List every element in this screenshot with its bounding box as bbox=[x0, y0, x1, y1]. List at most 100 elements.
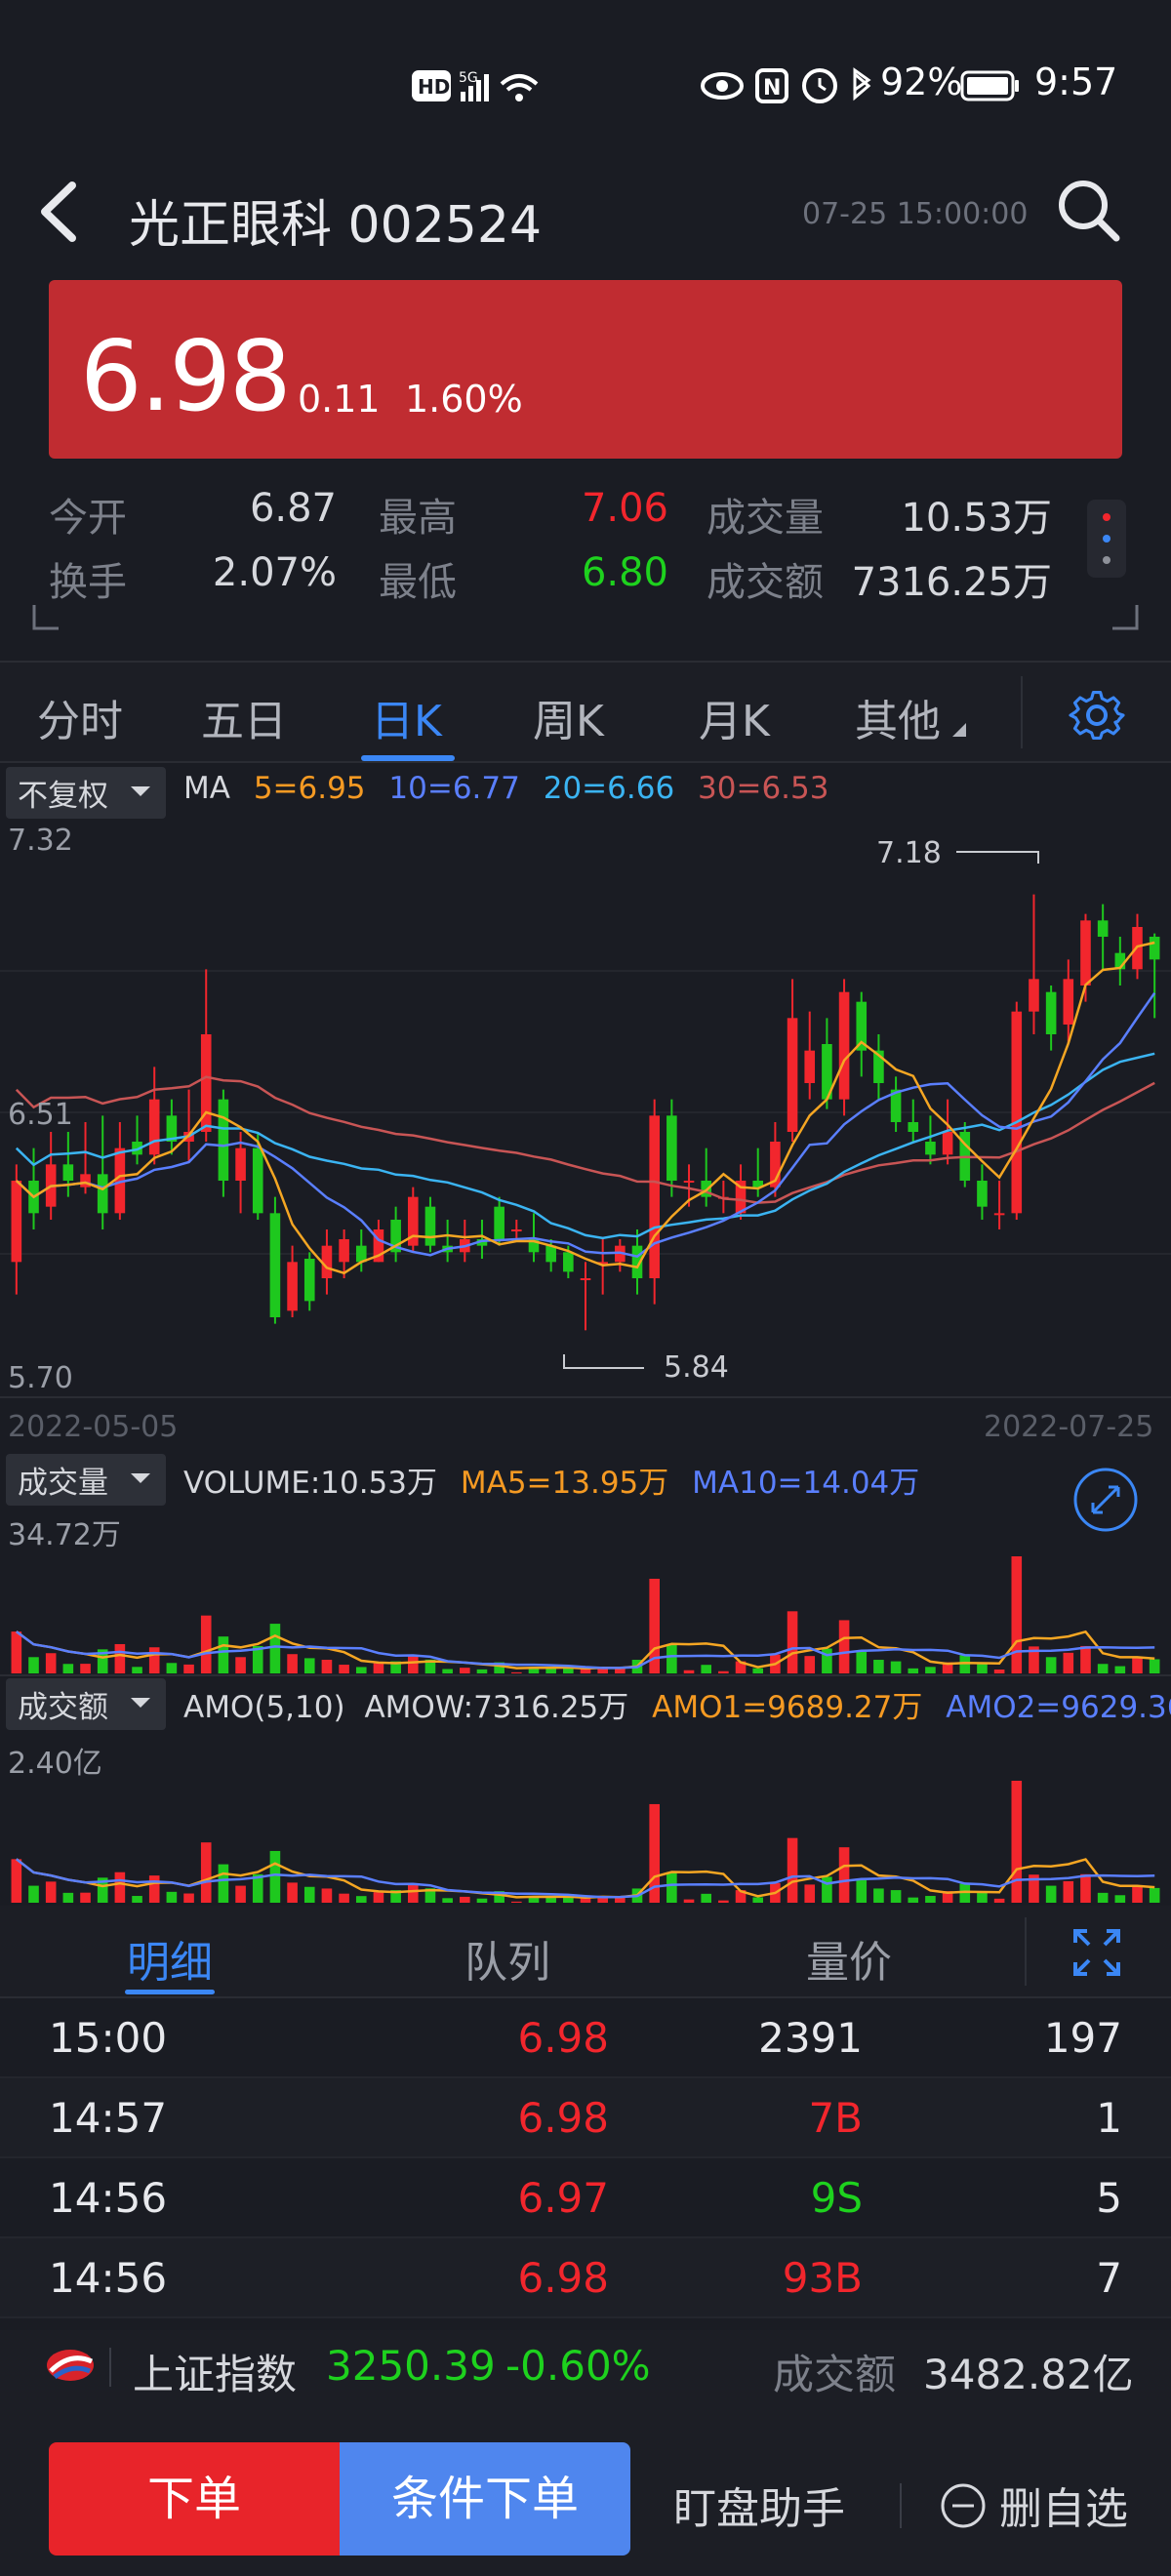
amount-bar bbox=[183, 1893, 194, 1903]
adjust-dropdown[interactable]: 不复权 bbox=[6, 767, 166, 819]
volume-bar bbox=[1149, 1659, 1160, 1673]
index-value: 3250.39 bbox=[326, 2342, 496, 2390]
amount-bar bbox=[701, 1893, 712, 1903]
tab-monthly-k[interactable]: 月K bbox=[699, 686, 770, 748]
fullscreen-icon[interactable] bbox=[1071, 1927, 1122, 1978]
volume-bar bbox=[62, 1664, 74, 1673]
volume-bar bbox=[1063, 1652, 1074, 1673]
candle-body bbox=[339, 1239, 349, 1263]
amount-chart[interactable] bbox=[0, 1771, 1171, 1903]
volume-bar bbox=[1011, 1556, 1023, 1673]
table-row[interactable]: 14:56 6.97 9S 5 bbox=[0, 2158, 1171, 2238]
amount-bar bbox=[1132, 1885, 1143, 1903]
volume-bar bbox=[718, 1670, 729, 1673]
trade-volume: 9S bbox=[810, 2174, 863, 2222]
candle-body bbox=[649, 1115, 660, 1278]
index-ticker-bar[interactable]: 上证指数 3250.39 -0.60% 成交额 3482.82亿 bbox=[0, 2330, 1171, 2403]
trade-volume: 93B bbox=[782, 2254, 863, 2302]
volume-bar bbox=[890, 1661, 902, 1673]
more-indicator[interactable] bbox=[1087, 500, 1126, 578]
tab-five-day[interactable]: 五日 bbox=[201, 686, 287, 748]
tab-volume-price[interactable]: 量价 bbox=[806, 1927, 892, 1990]
index-amount-label: 成交额 bbox=[773, 2351, 897, 2398]
tab-daily-k[interactable]: 日K bbox=[371, 686, 442, 748]
amo2-legend: AMO2=9629.36万 bbox=[946, 1690, 1171, 1725]
tab-other[interactable]: 其他 bbox=[855, 686, 941, 748]
volume-bar bbox=[873, 1660, 884, 1673]
amount-bar bbox=[459, 1896, 470, 1903]
low-value: 6.80 bbox=[581, 550, 668, 595]
collapse-corner-icon bbox=[32, 605, 59, 630]
amo-label: AMO(5,10) bbox=[183, 1690, 345, 1725]
conditional-order-button[interactable]: 条件下单 bbox=[340, 2442, 630, 2556]
candle-body bbox=[148, 1099, 160, 1155]
ma-legend: MA 5=6.95 10=6.77 20=6.66 30=6.53 bbox=[183, 771, 828, 806]
remove-watchlist-button[interactable]: 删自选 bbox=[999, 2474, 1128, 2536]
candle-body bbox=[580, 1278, 591, 1280]
amount-bar bbox=[993, 1898, 1005, 1903]
quote-grid: 今开 6.87 最高 7.06 成交量 10.53万 换手 2.07% 最低 6… bbox=[0, 478, 1171, 644]
bottom-action-bar: 下单 条件下单 盯盘助手 删自选 bbox=[0, 2403, 1171, 2576]
amount-dropdown[interactable]: 成交额 bbox=[6, 1678, 166, 1730]
amount-bar bbox=[804, 1884, 816, 1903]
clock: 9:57 bbox=[1034, 60, 1118, 103]
volume-bar bbox=[597, 1669, 608, 1673]
chevron-down-icon bbox=[131, 786, 150, 796]
amount-bar bbox=[925, 1896, 936, 1903]
table-row[interactable]: 15:00 6.98 2391 197 bbox=[0, 1998, 1171, 2078]
tab-intraday[interactable]: 分时 bbox=[37, 686, 123, 748]
volume-bar bbox=[787, 1611, 798, 1673]
svg-text:HD: HD bbox=[418, 75, 450, 99]
current-price: 6.98 bbox=[80, 319, 292, 433]
active-tab-indicator bbox=[361, 755, 455, 761]
volume-bar bbox=[407, 1655, 419, 1673]
candle-body bbox=[424, 1206, 436, 1246]
amo1-legend: AMO1=9689.27万 bbox=[652, 1690, 923, 1725]
monitor-assistant-button[interactable]: 盯盘助手 bbox=[673, 2474, 845, 2536]
place-order-button[interactable]: 下单 bbox=[49, 2442, 340, 2556]
table-row[interactable]: 14:57 6.98 7B 1 bbox=[0, 2078, 1171, 2158]
candle-body bbox=[683, 1181, 695, 1183]
quote-timestamp: 07-25 15:00:00 bbox=[802, 197, 1029, 231]
candle-body bbox=[977, 1181, 988, 1207]
amount-bar bbox=[752, 1897, 764, 1903]
chevron-down-icon bbox=[131, 1473, 150, 1483]
volume-ma10-legend: MA10=14.04万 bbox=[692, 1466, 920, 1501]
amount-bar bbox=[718, 1900, 729, 1903]
kline-chart[interactable]: 7.32 6.51 5.70 7.18 5.84 2022-05-05 2022… bbox=[0, 820, 1171, 1454]
index-name: 上证指数 bbox=[133, 2351, 298, 2398]
candle-body bbox=[511, 1229, 522, 1231]
volume-bar bbox=[166, 1663, 178, 1673]
candle-body bbox=[287, 1262, 298, 1311]
battery-icon bbox=[960, 70, 1019, 101]
back-icon[interactable] bbox=[29, 178, 88, 246]
volume-bar bbox=[856, 1651, 868, 1673]
amount-bar bbox=[235, 1885, 246, 1903]
amount-bar bbox=[1011, 1781, 1023, 1903]
amount-bar bbox=[890, 1890, 902, 1903]
volume-bar bbox=[200, 1615, 212, 1673]
amount-label: 成交额 bbox=[707, 560, 824, 605]
tab-weekly-k[interactable]: 周K bbox=[533, 686, 604, 748]
amount-bar bbox=[838, 1847, 850, 1903]
volume-bar bbox=[925, 1667, 936, 1673]
settings-gear-icon[interactable] bbox=[1068, 686, 1126, 745]
table-row[interactable]: 14:56 6.98 93B 7 bbox=[0, 2238, 1171, 2318]
volume-bar bbox=[132, 1667, 142, 1673]
volume-dropdown[interactable]: 成交量 bbox=[6, 1454, 166, 1506]
volume-dropdown-label: 成交量 bbox=[18, 1466, 108, 1501]
date-start-label: 2022-05-05 bbox=[8, 1410, 178, 1444]
turnover-label: 换手 bbox=[49, 560, 127, 605]
tab-queue[interactable]: 队列 bbox=[464, 1927, 550, 1990]
amount-bar bbox=[355, 1896, 367, 1903]
volume-bar bbox=[235, 1657, 246, 1673]
tab-trade-detail[interactable]: 明细 bbox=[127, 1927, 213, 1990]
volume-chart[interactable] bbox=[0, 1547, 1171, 1673]
search-icon[interactable] bbox=[1054, 176, 1122, 244]
volume-bar bbox=[1132, 1657, 1143, 1673]
amount-bar bbox=[873, 1888, 884, 1903]
candle-body bbox=[218, 1099, 229, 1181]
amount-bar bbox=[28, 1885, 39, 1903]
expand-chart-icon[interactable] bbox=[1071, 1466, 1140, 1534]
trade-price: 6.98 bbox=[517, 2094, 609, 2142]
